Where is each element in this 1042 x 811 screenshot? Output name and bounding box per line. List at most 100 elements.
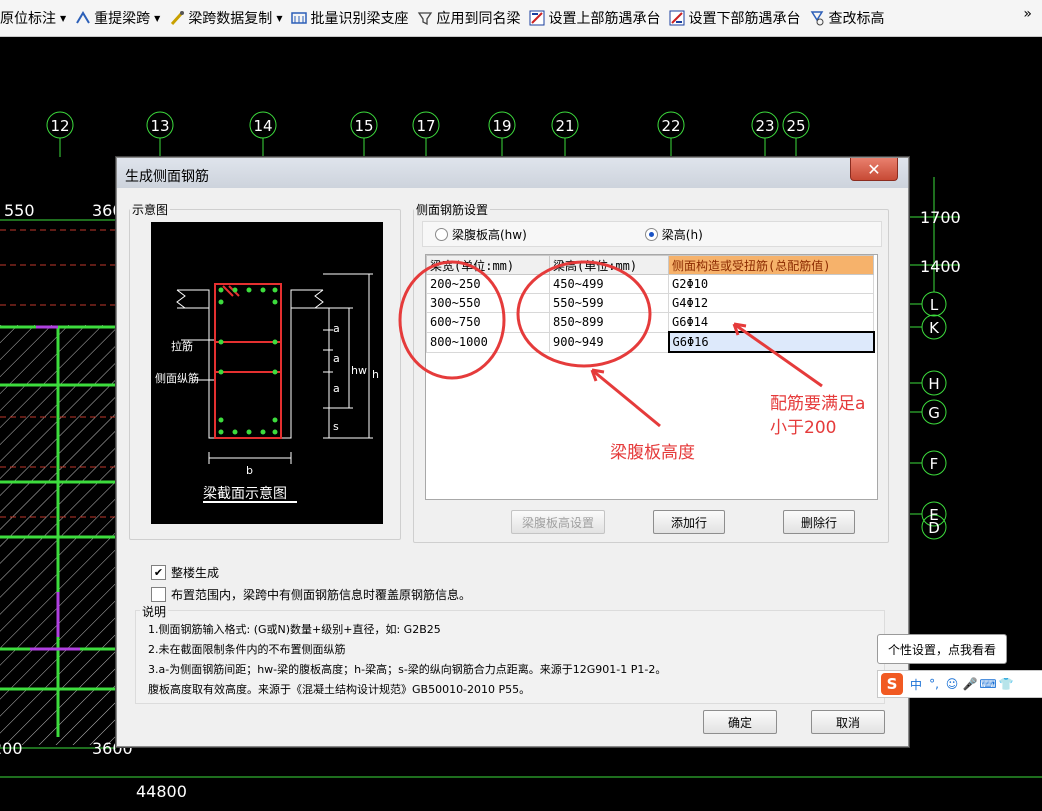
side-rebar-dialog: 生成侧面钢筋 ✕ 示意图 拉筋 侧面纵筋 a a a hw h s b 梁截面示… bbox=[116, 157, 909, 747]
cell-rebar-selected[interactable]: G6Φ16 bbox=[667, 331, 875, 353]
toolbar-item-batch-support[interactable]: 批量识别梁支座 bbox=[287, 5, 413, 31]
chevron-down-icon[interactable]: ▼ bbox=[276, 14, 282, 23]
ime-toolbar: S 中 °, ☺ 🎤 ⌨ 👕 bbox=[877, 670, 1042, 698]
svg-text:23: 23 bbox=[755, 117, 774, 135]
toolbar-item-bottom-rebar[interactable]: 设置下部筋遇承台 bbox=[665, 5, 805, 31]
label-tie: 拉筋 bbox=[171, 339, 193, 353]
svg-text:H: H bbox=[928, 375, 939, 393]
checkbox-unchecked-icon[interactable] bbox=[151, 587, 166, 602]
cell-rebar[interactable]: G2Φ10 bbox=[668, 274, 874, 294]
diagram-caption: 梁截面示意图 bbox=[203, 485, 287, 502]
delete-row-button[interactable]: 删除行 bbox=[783, 510, 855, 534]
annotation-rebar-text-2: 小于200 bbox=[770, 418, 837, 438]
note-line-3: 3.a-为侧面钢筋间距；hw-梁的腹板高度；h-梁高；s-梁的纵向钢筋合力点距离… bbox=[148, 663, 667, 676]
svg-text:s: s bbox=[333, 420, 339, 433]
toolbar-item-top-rebar[interactable]: 设置上部筋遇承台 bbox=[525, 5, 665, 31]
column-header-rebar[interactable]: 侧面构造或受扭筋(总配筋值) bbox=[668, 255, 874, 275]
svg-text:25: 25 bbox=[786, 117, 805, 135]
svg-text:22: 22 bbox=[661, 117, 680, 135]
toolbar-overflow-button[interactable]: » bbox=[1023, 6, 1032, 22]
cell-width[interactable]: 200~250 bbox=[426, 274, 550, 294]
bottom-rebar-icon bbox=[669, 10, 685, 26]
chevron-down-icon[interactable]: ▼ bbox=[154, 14, 160, 23]
apply-same-icon bbox=[417, 10, 433, 26]
table-row: 600~750 850~899 G6Φ14 bbox=[426, 312, 874, 333]
settings-group-title: 侧面钢筋设置 bbox=[416, 203, 489, 217]
skin-icon[interactable]: 👕 bbox=[997, 674, 1015, 694]
ok-button[interactable]: 确定 bbox=[703, 710, 777, 734]
svg-text:200: 200 bbox=[0, 739, 23, 758]
cell-height[interactable]: 550~599 bbox=[549, 293, 669, 313]
svg-text:21: 21 bbox=[555, 117, 574, 135]
svg-text:1700: 1700 bbox=[920, 208, 961, 227]
checkbox-checked-icon[interactable]: ✔ bbox=[151, 565, 166, 580]
cell-width[interactable]: 600~750 bbox=[426, 312, 550, 333]
column-header-height[interactable]: 梁高(单位:mm) bbox=[549, 255, 669, 275]
sogou-logo-icon[interactable]: S bbox=[881, 673, 903, 695]
ime-lang-toggle[interactable]: 中 bbox=[907, 674, 925, 694]
brush-copy-icon bbox=[169, 10, 185, 26]
svg-text:D: D bbox=[928, 519, 940, 537]
top-rebar-icon bbox=[529, 10, 545, 26]
close-icon: ✕ bbox=[867, 159, 881, 179]
beam-section-diagram: 拉筋 侧面纵筋 a a a hw h s b 梁截面示意图 bbox=[151, 222, 383, 524]
rebar-table: 梁宽(单位:mm) 梁高(单位:mm) 侧面构造或受扭筋(总配筋值) 200~2… bbox=[425, 254, 878, 500]
toolbar-item-copy-span-data[interactable]: 梁跨数据复制 ▼ bbox=[165, 5, 287, 31]
svg-text:a: a bbox=[333, 322, 340, 335]
dialog-title: 生成侧面钢筋 bbox=[125, 169, 209, 185]
toolbar-item-elevation[interactable]: 查改标高 bbox=[805, 5, 889, 31]
radio-web-height[interactable]: 梁腹板高(hw) bbox=[435, 226, 527, 243]
svg-text:17: 17 bbox=[416, 117, 435, 135]
radio-beam-height[interactable]: 梁高(h) bbox=[644, 226, 703, 243]
svg-text:a: a bbox=[333, 382, 340, 395]
column-header-width[interactable]: 梁宽(单位:mm) bbox=[426, 255, 550, 275]
toolbar-item-re-extract-span[interactable]: 重提梁跨 ▼ bbox=[71, 5, 165, 31]
chevron-down-icon[interactable]: ▼ bbox=[60, 14, 66, 23]
toolbar-item-apply-same-name[interactable]: 应用到同名梁 bbox=[413, 5, 525, 31]
cell-rebar[interactable]: G6Φ14 bbox=[668, 312, 874, 333]
dialog-titlebar[interactable]: 生成侧面钢筋 ✕ bbox=[117, 158, 908, 188]
ime-punct-toggle[interactable]: °, bbox=[925, 674, 943, 694]
note-line-1: 1.侧面钢筋输入格式: (G或N)数量+级别+直径，如: G2B25 bbox=[148, 623, 441, 636]
annotation-web-height-text: 梁腹板高度 bbox=[610, 443, 695, 463]
cell-height[interactable]: 850~899 bbox=[549, 312, 669, 333]
svg-text:h: h bbox=[372, 368, 379, 381]
batch-support-icon bbox=[291, 10, 308, 26]
mic-icon[interactable]: 🎤 bbox=[961, 674, 979, 694]
cell-width[interactable]: 800~1000 bbox=[426, 331, 550, 353]
cell-height[interactable]: 450~499 bbox=[549, 274, 669, 294]
cell-rebar[interactable]: G4Φ12 bbox=[668, 293, 874, 313]
table-row: 800~1000 900~949 G6Φ16 bbox=[426, 331, 875, 353]
whole-building-checkbox[interactable]: ✔ 整楼生成 bbox=[151, 564, 219, 581]
axis-label: 12 bbox=[50, 117, 69, 135]
radio-web-height-circle[interactable] bbox=[435, 227, 448, 241]
table-header-row: 梁宽(单位:mm) 梁高(单位:mm) 侧面构造或受扭筋(总配筋值) bbox=[426, 255, 874, 275]
web-height-settings-button[interactable]: 梁腹板高设置 bbox=[511, 510, 605, 534]
add-row-button[interactable]: 添加行 bbox=[653, 510, 725, 534]
svg-text:hw: hw bbox=[351, 364, 367, 377]
rebar-grid: 梁宽(单位:mm) 梁高(单位:mm) 侧面构造或受扭筋(总配筋值) 200~2… bbox=[426, 255, 875, 353]
label-side-bar: 侧面纵筋 bbox=[155, 371, 199, 385]
svg-text:L: L bbox=[930, 296, 939, 314]
diagram-group-title: 示意图 bbox=[132, 203, 169, 217]
overwrite-checkbox[interactable]: 布置范围内，梁跨中有侧面钢筋信息时覆盖原钢筋信息。 bbox=[151, 586, 471, 603]
close-button[interactable]: ✕ bbox=[850, 158, 898, 181]
cancel-button[interactable]: 取消 bbox=[811, 710, 885, 734]
cell-width[interactable]: 300~550 bbox=[426, 293, 550, 313]
svg-text:19: 19 bbox=[492, 117, 511, 135]
top-toolbar: 原位标注 ▼ 重提梁跨 ▼ 梁跨数据复制 ▼ 批量识别梁支座 应用到同名梁 设置上部筋… bbox=[0, 0, 1042, 37]
height-type-radio-group: 梁腹板高(hw) 梁高(h) bbox=[422, 221, 882, 247]
keyboard-icon[interactable]: ⌨ bbox=[979, 674, 997, 694]
svg-text:a: a bbox=[333, 352, 340, 365]
svg-text:F: F bbox=[930, 455, 939, 473]
svg-text:550: 550 bbox=[4, 201, 35, 220]
svg-text:G: G bbox=[928, 404, 940, 422]
radio-beam-height-circle[interactable] bbox=[644, 227, 658, 241]
emoji-icon[interactable]: ☺ bbox=[943, 674, 961, 694]
ime-tooltip[interactable]: 个性设置，点我看看 bbox=[877, 634, 1007, 664]
svg-text:b: b bbox=[246, 464, 253, 477]
cell-height[interactable]: 900~949 bbox=[549, 331, 669, 353]
toolbar-item-annotate[interactable]: 原位标注 ▼ bbox=[0, 5, 71, 31]
table-row: 200~250 450~499 G2Φ10 bbox=[426, 274, 874, 294]
svg-text:44800: 44800 bbox=[136, 782, 187, 801]
